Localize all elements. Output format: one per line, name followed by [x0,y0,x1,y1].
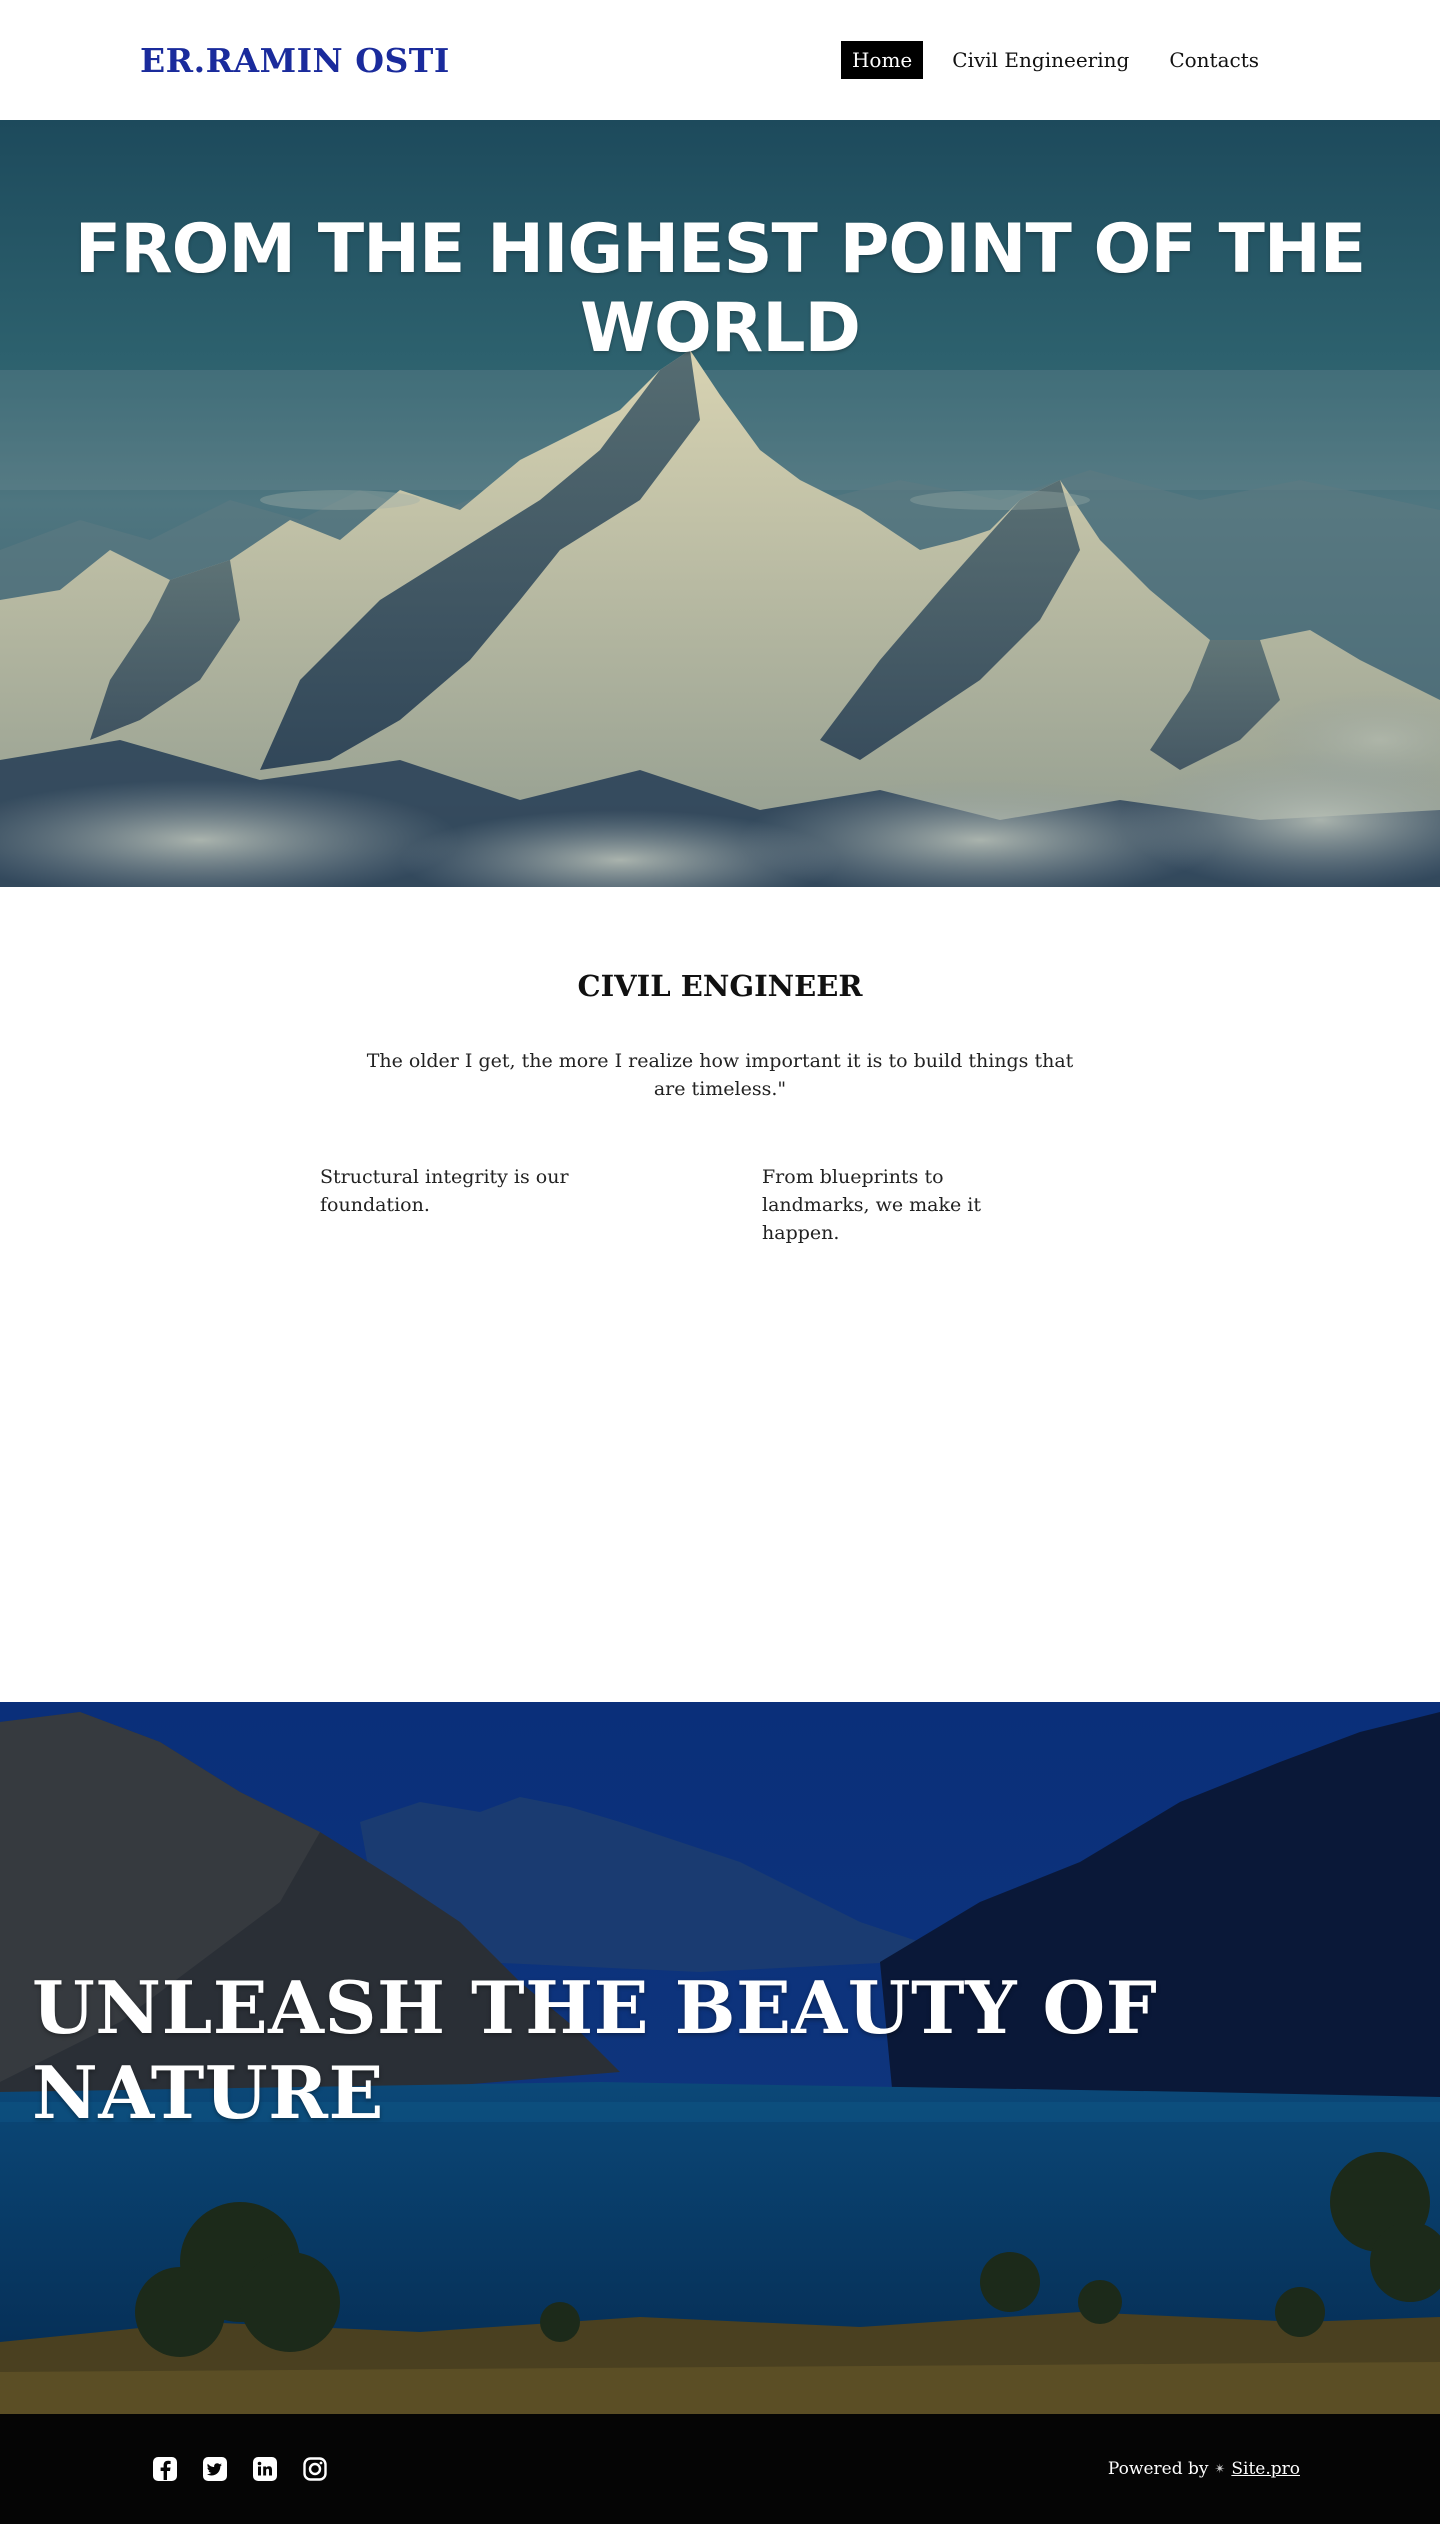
twitter-icon[interactable] [202,2456,228,2482]
intro-column-left: Structural integrity is our foundation. [320,1166,569,1216]
nature-title: UNLEASH THE BEAUTY OF NATURE [32,1965,1158,2135]
facebook-icon[interactable] [152,2456,178,2482]
brand-logo[interactable]: ER.RAMIN OSTI [140,41,450,80]
nature-banner: UNLEASH THE BEAUTY OF NATURE [0,1702,1440,2414]
nav-item-civil-engineering[interactable]: Civil Engineering [941,41,1140,79]
hero-title: FROM THE HIGHEST POINT OF THE WORLD [74,210,1366,368]
nav-item-contacts[interactable]: Contacts [1158,41,1270,79]
intro-section: CIVIL ENGINEER The older I get, the more… [0,887,1440,1702]
sitepro-link[interactable]: Site.pro [1231,2459,1300,2479]
site-header: ER.RAMIN OSTI Home Civil Engineering Con… [0,0,1440,120]
powered-by-label: Powered by [1107,2459,1209,2479]
site-footer: Powered by ✴ Site.pro [0,2414,1440,2524]
hero-section: FROM THE HIGHEST POINT OF THE WORLD [0,120,1440,887]
social-links [152,2456,328,2482]
instagram-icon[interactable] [302,2456,328,2482]
intro-quote: The older I get, the more I realize how … [366,1050,1074,1100]
section-heading: CIVIL ENGINEER [577,969,863,1003]
linkedin-icon[interactable] [252,2456,278,2482]
main-nav: Home Civil Engineering Contacts [840,41,1270,79]
nav-item-home[interactable]: Home [840,41,924,79]
powered-by: Powered by ✴ Site.pro [1108,2459,1300,2479]
sitepro-logo-icon: ✴ [1214,2461,1226,2477]
intro-column-right: From blueprints to landmarks, we make it… [762,1166,981,1244]
